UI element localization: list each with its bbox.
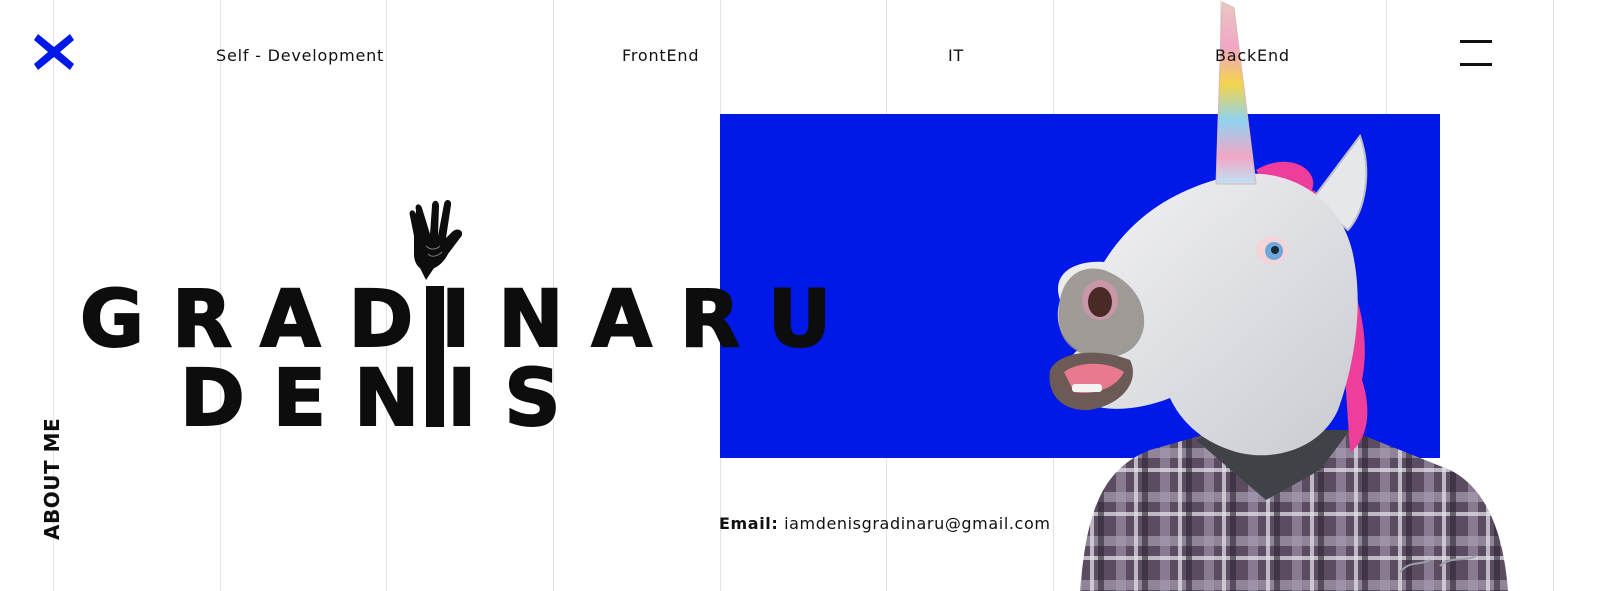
contact-email: Email: iamdenisgradinaru@gmail.com — [719, 514, 1051, 533]
grid-line — [1553, 0, 1554, 591]
about-me-link[interactable]: ABOUT ME — [40, 418, 64, 540]
hero-surname: GRADINARU — [79, 275, 860, 365]
hero-first-name: DENIS — [179, 354, 589, 444]
nav-link-self-development[interactable]: Self - Development — [216, 46, 384, 65]
email-link[interactable]: iamdenisgradinaru@gmail.com — [784, 514, 1050, 533]
nav-link-frontend[interactable]: FrontEnd — [622, 46, 699, 65]
menu-bar-top — [1460, 40, 1492, 43]
menu-bar-bottom — [1460, 63, 1492, 66]
hamburger-menu-button[interactable] — [1458, 36, 1494, 70]
x-logo-icon[interactable] — [32, 30, 76, 74]
unicorn-mask-portrait — [1020, 0, 1540, 591]
vulcan-salute-icon — [404, 196, 478, 280]
page: Self - Development FrontEnd IT BackEnd G… — [0, 0, 1600, 591]
text-cursor-bar — [426, 286, 444, 427]
nav-link-backend[interactable]: BackEnd — [1215, 46, 1290, 65]
email-label: Email: — [719, 514, 779, 533]
nav-link-it[interactable]: IT — [948, 46, 964, 65]
